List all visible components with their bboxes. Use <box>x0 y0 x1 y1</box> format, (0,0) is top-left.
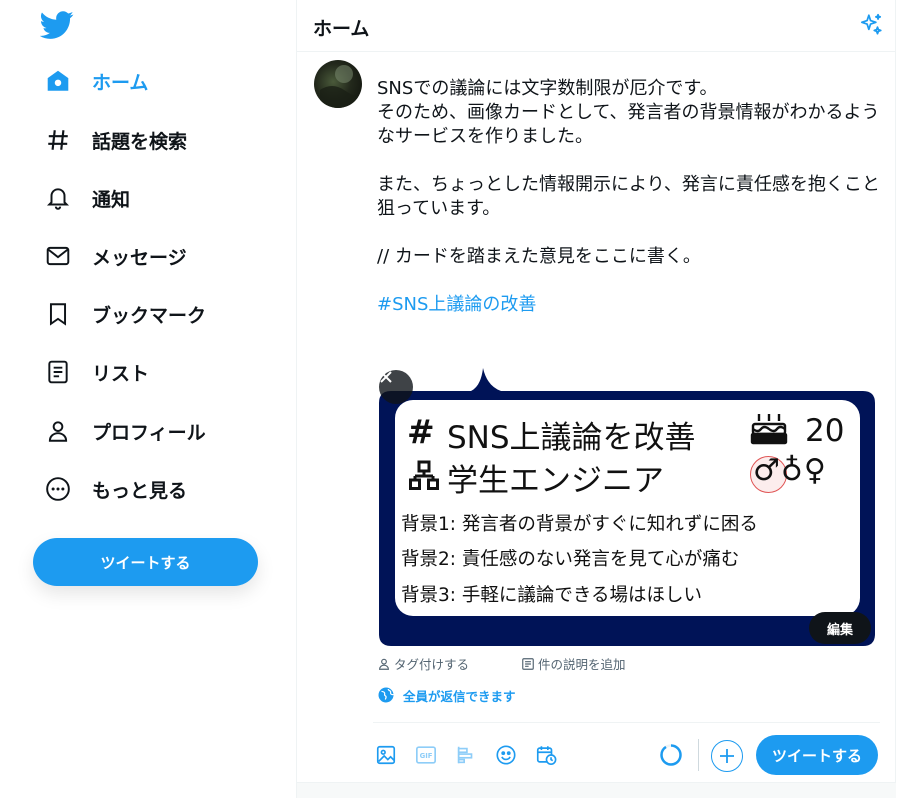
sidebar-item-label: メッセージ <box>92 246 187 269</box>
tweet-button[interactable]: ツイートする <box>756 735 878 775</box>
bookmark-icon <box>44 300 72 328</box>
reply-setting-label: 全員が返信できます <box>403 688 516 704</box>
card-background-line: 背景2: 責任感のない発言を見て心が痛む <box>401 549 740 570</box>
more-circle-icon <box>44 475 72 503</box>
plus-icon <box>720 749 734 763</box>
add-thread-tweet-button[interactable] <box>711 740 743 772</box>
sidebar-item-messages[interactable]: メッセージ <box>44 236 187 276</box>
attached-card-image: # SNS上議論を改善 20 学生エンジニア ♂♁♀ 背景1: 発言者の背景がす… <box>375 364 879 650</box>
card-background-line: 背景1: 発言者の背景がすぐに知れずに困る <box>401 514 758 535</box>
image-icon[interactable] <box>369 738 403 772</box>
emoji-icon[interactable] <box>489 738 523 772</box>
card-occupation: 学生エンジニア <box>447 463 664 499</box>
add-description-label: 件の説明を追加 <box>538 657 626 672</box>
globe-icon <box>378 687 394 703</box>
sidebar-item-label: プロフィール <box>92 421 206 444</box>
hashtag-icon <box>44 126 72 154</box>
sidebar-item-label: 話題を検索 <box>92 130 188 153</box>
sidebar-item-label: ブックマーク <box>92 304 207 327</box>
tag-people-label: タグ付けする <box>394 657 470 672</box>
gif-label: GIF <box>420 752 433 760</box>
section-divider <box>297 782 896 798</box>
sidebar-item-profile[interactable]: プロフィール <box>44 411 206 451</box>
compose-text-area[interactable]: SNSでの議論には文字数制限が厄介です。 そのため、画像カードとして、発言者の背… <box>377 77 882 341</box>
tag-people-button[interactable]: タグ付けする <box>377 654 469 673</box>
header: ホーム <box>297 0 896 52</box>
sidebar-item-lists[interactable]: リスト <box>44 352 149 392</box>
card-gender-options: ♂♁♀ <box>753 453 827 488</box>
compose-paragraph: また、ちょっとした情報開示により、発言に責任感を抱くこと狙っています。 <box>377 174 880 219</box>
sidebar-item-label: もっと見る <box>92 479 188 502</box>
page-title: ホーム <box>313 18 370 40</box>
sidebar-item-label: 通知 <box>92 188 131 211</box>
character-counter <box>659 743 683 767</box>
sidebar-item-bookmarks[interactable]: ブックマーク <box>44 294 206 334</box>
sidebar-item-label: ホーム <box>92 71 149 94</box>
card-age: 20 <box>805 413 845 449</box>
card-title: SNS上議論を改善 <box>447 420 696 456</box>
description-icon <box>522 657 534 670</box>
home-icon <box>44 67 72 95</box>
compose-paragraph: // カードを踏まえた意見をここに書く。 <box>377 246 701 267</box>
avatar[interactable] <box>314 60 362 108</box>
main-column: ホーム SNSでの議論には文字数制限が厄介です。 そのため、画像カードとして、発… <box>296 0 896 798</box>
sidebar-item-explore[interactable]: 話題を検索 <box>44 120 187 160</box>
sidebar-tweet-button[interactable]: ツイートする <box>33 538 258 586</box>
twitter-bird-icon[interactable] <box>39 8 74 42</box>
add-description-button[interactable]: 件の説明を追加 <box>521 654 626 673</box>
cake-icon <box>750 412 788 446</box>
envelope-icon <box>44 242 72 270</box>
reply-setting-button[interactable]: 全員が返信できます <box>377 684 516 706</box>
sparkle-icon[interactable] <box>858 12 884 38</box>
person-icon <box>379 658 389 670</box>
sidebar: ホーム 話題を検索 通知 メッセージ ブックマーク リスト プロフィール もっと… <box>0 0 296 798</box>
poll-icon[interactable] <box>449 738 483 772</box>
person-icon <box>44 417 72 445</box>
card-content: # SNS上議論を改善 20 学生エンジニア ♂♁♀ 背景1: 発言者の背景がす… <box>395 400 860 616</box>
gif-icon[interactable]: GIF <box>409 738 443 772</box>
list-icon <box>44 358 72 386</box>
sidebar-item-label: リスト <box>92 362 150 385</box>
schedule-icon[interactable] <box>529 738 563 772</box>
sidebar-item-more[interactable]: もっと見る <box>44 469 187 509</box>
card-hash-symbol: # <box>407 412 435 451</box>
divider <box>373 722 880 723</box>
card-background-line: 背景3: 手軽に議論できる場はほしい <box>401 585 703 606</box>
compose-paragraph: SNSでの議論には文字数制限が厄介です。 そのため、画像カードとして、発言者の背… <box>377 78 880 147</box>
org-chart-icon <box>409 460 439 490</box>
bell-icon <box>44 184 72 212</box>
edit-media-button[interactable]: 編集 <box>809 612 871 644</box>
sidebar-item-home[interactable]: ホーム <box>44 61 148 101</box>
close-icon <box>380 371 392 383</box>
hashtag-link[interactable]: #SNS上議論の改善 <box>377 293 882 317</box>
remove-media-button[interactable] <box>379 370 413 404</box>
sidebar-item-notifications[interactable]: 通知 <box>44 178 130 218</box>
divider <box>698 739 699 771</box>
